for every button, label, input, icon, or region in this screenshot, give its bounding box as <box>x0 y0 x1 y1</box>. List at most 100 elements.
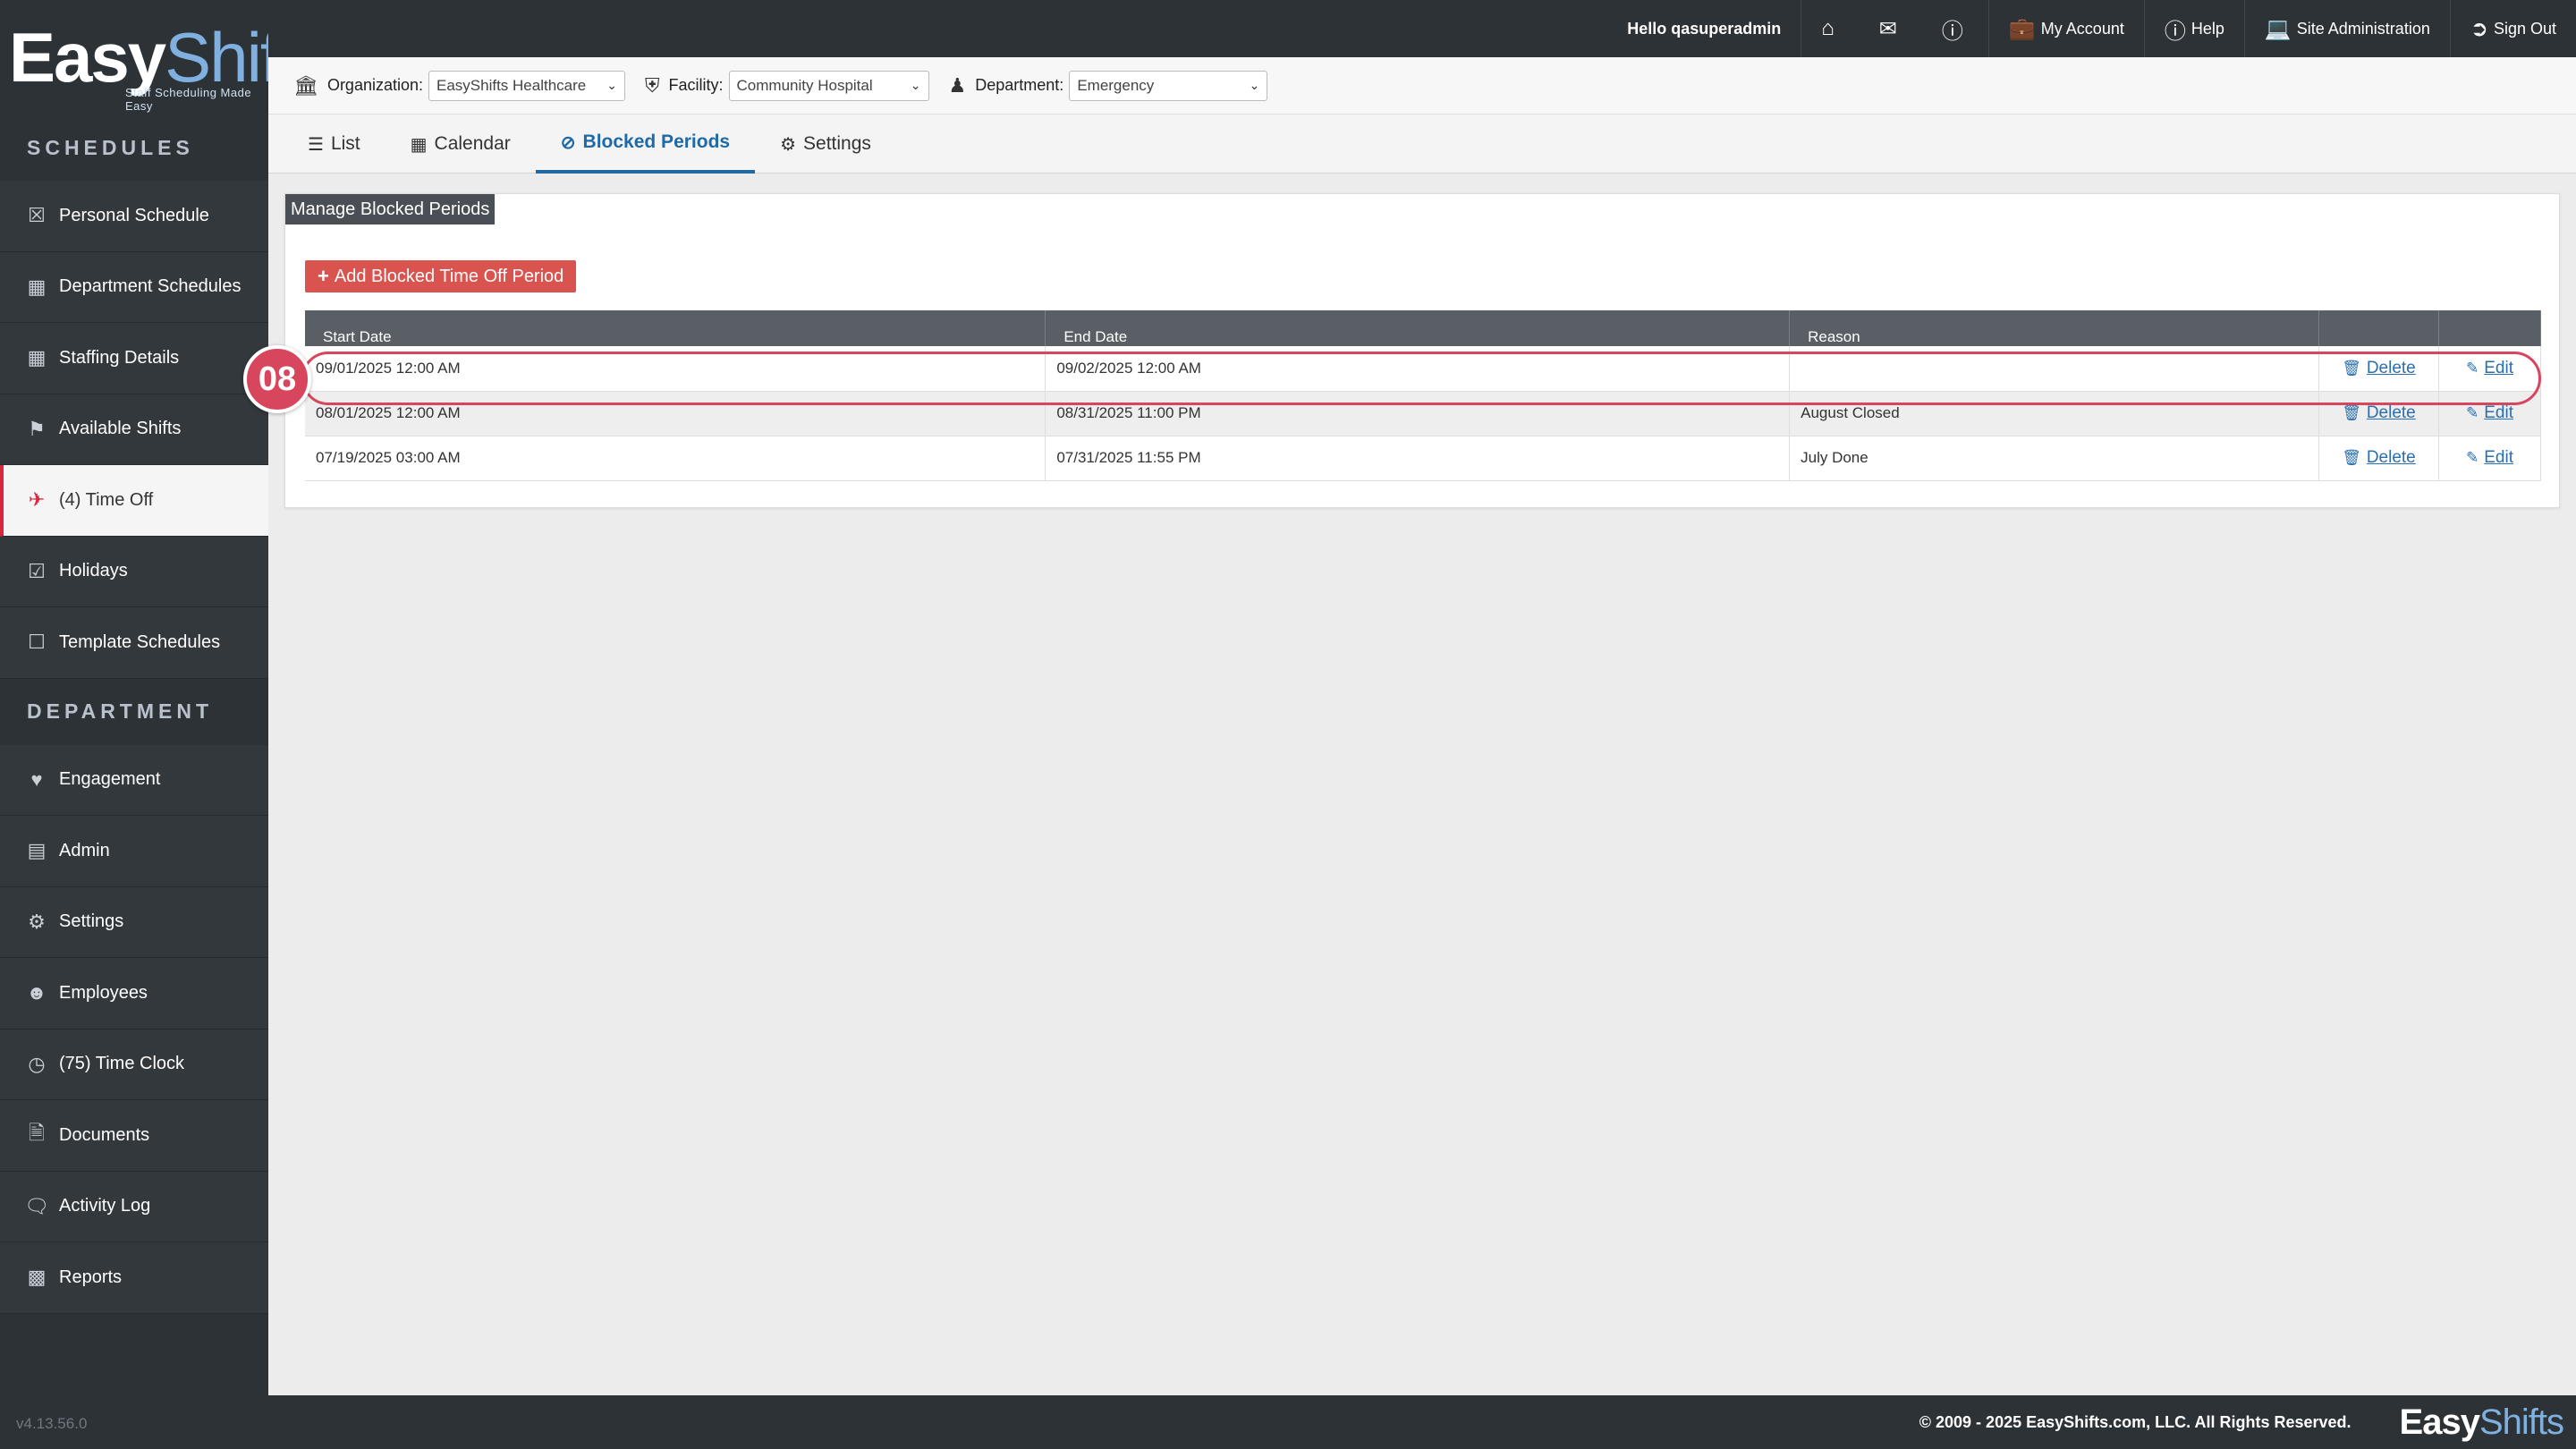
question-icon: ⓘ <box>2164 19 2186 44</box>
tab-blocked-periods[interactable]: ⊘ Blocked Periods <box>535 114 756 174</box>
table-row: 09/01/2025 12:00 AM 09/02/2025 12:00 AM … <box>305 346 2542 392</box>
calendar-check-icon: ☑ <box>28 559 46 582</box>
home-button[interactable]: ⌂ <box>1801 0 1860 57</box>
sidebar-item-available-shifts[interactable]: ⚑ Available Shifts <box>0 394 268 465</box>
calendar-grid-icon: ▦ <box>27 275 47 298</box>
sidebar-item-label: Template Schedules <box>59 631 221 652</box>
site-administration-link[interactable]: 💻 Site Administration <box>2243 0 2450 57</box>
start-date-cell: 07/19/2025 03:00 AM <box>305 436 1046 481</box>
table-icon: ▦ <box>27 346 47 369</box>
chevron-down-icon: ⌄ <box>910 78 921 92</box>
edit-link[interactable]: Edit <box>2484 403 2513 422</box>
comments-icon: 🗨 <box>24 1194 49 1217</box>
sidebar-item-time-clock[interactable]: ◷ (75) Time Clock <box>0 1029 268 1100</box>
edit-link[interactable]: Edit <box>2484 448 2513 467</box>
organization-select[interactable]: EasyShifts Healthcare ⌄ <box>428 70 625 101</box>
sidebar-heading-department: DEPARTMENT <box>27 699 214 723</box>
sidebar-item-reports[interactable]: ▩ Reports <box>0 1242 268 1314</box>
clock-icon: ◷ <box>28 1052 46 1075</box>
sidebar-item-label: Engagement <box>59 769 161 790</box>
delete-link[interactable]: Delete <box>2367 359 2416 377</box>
sidebar-item-label: Documents <box>59 1124 150 1145</box>
edit-link[interactable]: Edit <box>2484 359 2513 377</box>
reason-cell: July Done <box>1789 436 2319 481</box>
sidebar-item-time-off[interactable]: ✈ (4) Time Off <box>0 465 268 537</box>
monitor-icon: 💻 <box>2264 16 2292 41</box>
delete-cell: 🗑 Delete <box>2318 391 2439 436</box>
department-filter: ♟ Department: Emergency ⌄ <box>949 70 1268 101</box>
tab-settings[interactable]: ⚙ Settings <box>755 114 896 174</box>
sidebar-item-label: (4) Time Off <box>59 489 154 510</box>
reason-cell: August Closed <box>1789 391 2319 436</box>
sidebar-item-activity-log[interactable]: 🗨 Activity Log <box>0 1171 268 1242</box>
logo-tagline: Staff Scheduling Made Easy <box>125 86 252 113</box>
sidebar-item-label: Personal Schedule <box>59 205 209 225</box>
department-select[interactable]: Emergency ⌄ <box>1069 70 1268 101</box>
column-header-reason: Reason <box>1789 310 2319 346</box>
edit-cell: ✎ Edit <box>2438 391 2542 436</box>
sidebar-item-settings[interactable]: ⚙ Settings <box>0 886 268 958</box>
blocked-periods-panel: Manage Blocked Periods + Add Blocked Time… <box>284 193 2560 508</box>
delete-cell: 🗑 Delete <box>2318 346 2439 392</box>
facility-select[interactable]: Community Hospital ⌄ <box>728 70 929 101</box>
plus-icon: + <box>318 265 329 287</box>
sidebar-item-admin[interactable]: ▤ Admin <box>0 816 268 887</box>
pencil-icon: ✎ <box>2465 449 2479 466</box>
sidebar-item-staffing-details[interactable]: ▦ Staffing Details <box>0 323 268 394</box>
delete-cell: 🗑 Delete <box>2318 436 2439 481</box>
table-row: 07/19/2025 03:00 AM 07/31/2025 11:55 PM … <box>305 436 2542 481</box>
sidebar-item-label: Settings <box>59 911 124 932</box>
messages-button[interactable]: ✉ <box>1860 0 1922 57</box>
main-content: Manage Blocked Periods + Add Blocked Time… <box>268 174 2576 1395</box>
panel-title: Manage Blocked Periods <box>285 194 496 225</box>
footer: © 2009 - 2025 EasyShifts.com, LLC. All R… <box>268 1395 2576 1449</box>
gear-icon: ⚙ <box>28 910 46 933</box>
app-logo[interactable]: EasyShifts Staff Scheduling Made Easy <box>0 0 330 114</box>
info-icon: ⓘ <box>1941 19 1963 44</box>
tab-calendar[interactable]: ▦ Calendar <box>386 114 536 174</box>
sidebar-item-employees[interactable]: ☻ Employees <box>0 958 268 1030</box>
sidebar-item-label: Staffing Details <box>59 347 180 368</box>
sign-out-link[interactable]: ➲ Sign Out <box>2449 0 2576 57</box>
gear-icon: ⚙ <box>780 134 797 155</box>
heart-icon: ♥ <box>30 767 43 791</box>
home-icon: ⌂ <box>1821 16 1835 40</box>
organization-label: Organization: <box>326 76 423 94</box>
blocked-periods-table: Start Date End Date Reason 09/01/2025 12… <box>305 310 2542 481</box>
sidebar-item-template-schedules[interactable]: ☐ Template Schedules <box>0 607 268 679</box>
delete-link[interactable]: Delete <box>2367 448 2416 467</box>
flag-icon: ⚑ <box>28 417 46 440</box>
sign-out-icon: ➲ <box>2470 16 2488 41</box>
sidebar-item-label: Reports <box>59 1267 123 1287</box>
envelope-icon: ✉ <box>1878 16 1897 41</box>
pencil-icon: ✎ <box>2465 359 2479 377</box>
top-navbar: Hello qasuperadmin ⌂ ✉ ⓘ 💼 My Account ⓘ He… <box>268 0 2576 57</box>
sidebar-item-engagement[interactable]: ♥ Engagement <box>0 744 268 816</box>
help-link[interactable]: ⓘ Help <box>2143 0 2244 57</box>
sidebar-item-holidays[interactable]: ☑ Holidays <box>0 536 268 607</box>
sidebar-item-label: Employees <box>59 982 148 1003</box>
add-blocked-period-button[interactable]: + Add Blocked Time Off Period <box>305 260 577 292</box>
delete-link[interactable]: Delete <box>2367 403 2416 422</box>
chevron-down-icon: ⌄ <box>1249 78 1260 92</box>
clipboard-icon: ▤ <box>27 839 47 862</box>
trash-icon: 🗑 <box>2342 359 2361 377</box>
sidebar-item-documents[interactable]: 🗎 Documents <box>0 1100 268 1172</box>
end-date-cell: 09/02/2025 12:00 AM <box>1045 346 1791 392</box>
info-button[interactable]: ⓘ <box>1922 0 1988 57</box>
ban-icon: ⊘ <box>560 132 576 153</box>
sidebar-item-label: Department Schedules <box>59 276 242 297</box>
sidebar-item-department-schedules[interactable]: ▦ Department Schedules <box>0 251 268 323</box>
sidebar-item-personal-schedule[interactable]: ☒ Personal Schedule <box>0 181 268 252</box>
edit-cell: ✎ Edit <box>2438 346 2542 392</box>
my-account-link[interactable]: 💼 My Account <box>1987 0 2144 57</box>
column-header-end-date: End Date <box>1045 310 1791 346</box>
edit-cell: ✎ Edit <box>2438 436 2542 481</box>
sidebar-item-label: (75) Time Clock <box>59 1054 185 1074</box>
list-icon: ☰ <box>308 134 324 155</box>
end-date-cell: 07/31/2025 11:55 PM <box>1045 436 1791 481</box>
sidebar-heading-schedules: SCHEDULES <box>27 135 194 159</box>
tab-list[interactable]: ☰ List <box>283 114 386 174</box>
filter-bar: 🏛 Organization: EasyShifts Healthcare ⌄ ⛨… <box>268 57 2576 114</box>
hospital-icon: ⛨ <box>645 73 660 97</box>
